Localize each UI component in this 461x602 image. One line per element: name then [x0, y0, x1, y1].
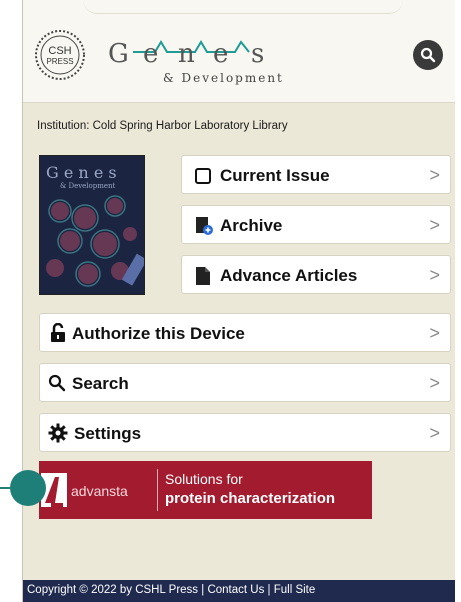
svg-text:PRESS: PRESS [46, 57, 73, 66]
chevron-right-icon: > [429, 265, 440, 285]
advance-articles-button[interactable]: Advance Articles > [181, 255, 451, 294]
ad-divider [157, 469, 158, 511]
genes-development-logo[interactable]: G e n e s & Development [103, 30, 293, 90]
search-icon [420, 47, 436, 63]
archive-icon [196, 217, 213, 235]
svg-text:& Development: & Development [163, 71, 284, 85]
svg-text:CSH: CSH [48, 45, 71, 57]
unlock-icon [51, 323, 65, 342]
issue-square-icon [195, 168, 211, 184]
document-icon [196, 267, 210, 285]
gear-icon [48, 423, 68, 443]
header-curve [83, 0, 403, 14]
journal-cover-image[interactable]: G e n e s & Development [39, 155, 145, 295]
institution-label: Institution: Cold Spring Harbor Laborato… [37, 120, 288, 132]
svg-text:G: G [108, 39, 129, 69]
svg-text:& Development: & Development [60, 182, 116, 190]
svg-text:n: n [178, 39, 195, 69]
settings-label: Settings [74, 424, 142, 443]
touch-indicator-icon [0, 470, 46, 506]
contact-us-link[interactable]: Contact Us [207, 584, 264, 596]
current-issue-label: Current Issue [220, 166, 330, 185]
chevron-right-icon: > [429, 165, 440, 185]
settings-button[interactable]: Settings > [39, 413, 451, 452]
ad-brand: advansta [71, 483, 128, 499]
advance-articles-label: Advance Articles [220, 266, 358, 285]
search-label: Search [72, 374, 129, 393]
cshl-press-logo[interactable]: CSH PRESS [33, 28, 87, 82]
search-icon [48, 374, 66, 392]
header-search-button[interactable] [413, 40, 443, 70]
chevron-right-icon: > [429, 323, 440, 343]
ad-tagline-2: protein characterization [165, 490, 336, 507]
mobile-page: CSH PRESS G e n e s & Development Instit… [22, 0, 455, 602]
svg-text:G e n e s: G e n e s [46, 163, 117, 182]
chevron-right-icon: > [429, 373, 440, 393]
svg-text:s: s [251, 39, 264, 69]
device-frame-right [455, 0, 461, 602]
site-header: CSH PRESS G e n e s & Development [23, 0, 455, 103]
archive-label: Archive [220, 216, 283, 235]
svg-text:e: e [143, 39, 158, 69]
archive-button[interactable]: Archive > [181, 205, 451, 244]
ad-tagline-1: Solutions for [165, 471, 243, 487]
footer-separator: | [264, 584, 274, 596]
svg-text:e: e [213, 39, 228, 69]
site-footer: Copyright © 2022 by CSHL Press | Contact… [23, 580, 455, 602]
chevron-right-icon: > [429, 215, 440, 235]
advansta-advertisement[interactable]: advansta Solutions for protein character… [39, 461, 372, 519]
authorize-device-label: Authorize this Device [72, 324, 245, 343]
current-issue-button[interactable]: Current Issue > [181, 155, 451, 194]
authorize-device-button[interactable]: Authorize this Device > [39, 313, 451, 352]
chevron-right-icon: > [429, 423, 440, 443]
search-menu-button[interactable]: Search > [39, 363, 451, 402]
full-site-link[interactable]: Full Site [274, 584, 316, 596]
footer-copyright: Copyright © 2022 by CSHL Press [27, 584, 199, 596]
